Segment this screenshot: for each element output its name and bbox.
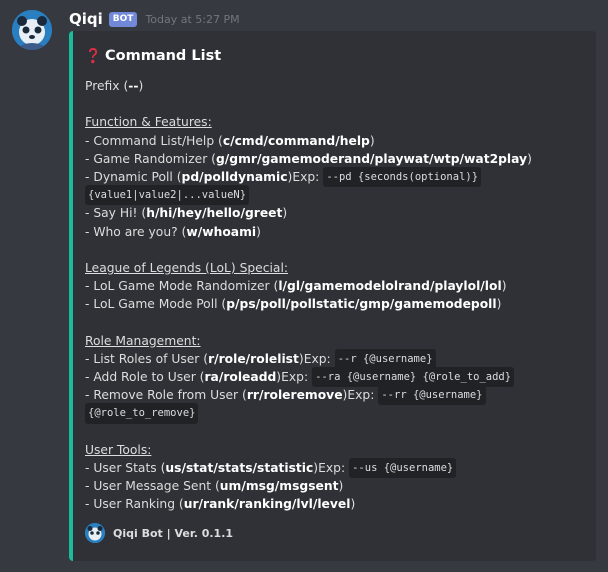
command-close: ) xyxy=(496,297,502,312)
command-aliases: c/cmd/command/help xyxy=(222,133,370,148)
prefix-line: Prefix (--) xyxy=(85,77,586,95)
command-item: - User Message Sent (um/msg/msgsent) xyxy=(85,477,586,495)
command-label: - LoL Game Mode Poll ( xyxy=(85,297,227,312)
command-aliases: ra/roleadd xyxy=(204,370,277,384)
command-label: - Add Role to User ( xyxy=(85,370,205,384)
command-aliases: p/ps/poll/pollstatic/gmp/gamemodepoll xyxy=(226,297,497,312)
command-list-embed: Command List Prefix (--) Function & Feat… xyxy=(69,31,596,561)
section-heading: User Tools: xyxy=(85,441,586,459)
command-label: - Dynamic Poll ( xyxy=(85,169,182,184)
command-item: - Say Hi! (h/hi/hey/hello/greet) xyxy=(85,204,586,222)
example-code: --us {@username} xyxy=(349,457,457,479)
command-aliases: r/role/rolelist xyxy=(208,351,299,366)
section-heading-text: User Tools: xyxy=(85,442,152,457)
command-item: - Game Randomizer (g/gmr/gamemoderand/pl… xyxy=(85,150,586,168)
section-heading: League of Legends (LoL) Special: xyxy=(85,259,586,277)
timestamp: Today at 5:27 PM xyxy=(145,12,240,26)
example-code: {value1|value2|...valueN} xyxy=(85,185,250,206)
username[interactable]: Qiqi xyxy=(69,10,103,28)
footer-text: Qiqi Bot | Ver. 0.1.1 xyxy=(113,526,234,540)
command-label: - User Message Sent ( xyxy=(85,479,220,494)
embed-footer: Qiqi Bot | Ver. 0.1.1 xyxy=(85,523,233,543)
embed-title: Command List xyxy=(105,48,222,64)
section-heading: Role Management: xyxy=(85,332,586,350)
command-item-continued: {value1|value2|...valueN} xyxy=(85,185,586,206)
command-aliases: ur/rank/ranking/lvl/level xyxy=(183,497,351,512)
example-label: Exp: xyxy=(292,169,320,184)
example-code: {@role_to_remove} xyxy=(85,403,199,424)
prefix-close: ) xyxy=(138,79,144,93)
command-close: ) xyxy=(369,133,375,148)
embed-description: Prefix (--) Function & Features: - Comman… xyxy=(85,77,586,514)
command-aliases: l/gl/gamemodelolrand/playlol/lol xyxy=(278,279,502,294)
command-aliases: g/gmr/gamemoderand/playwat/wtp/wat2play xyxy=(215,151,528,166)
example-label: Exp: xyxy=(347,388,375,403)
command-item: - Add Role to User (ra/roleadd) Exp: --r… xyxy=(85,367,586,388)
qiqi-avatar-icon xyxy=(85,523,105,543)
command-label: - User Stats ( xyxy=(85,460,166,475)
command-label: - Remove Role from User ( xyxy=(85,388,247,403)
message-header: Qiqi BOT Today at 5:27 PM xyxy=(69,9,240,29)
section-heading-text: Function & Features: xyxy=(85,115,212,130)
command-aliases: rr/roleremove xyxy=(246,388,343,403)
section-heading-text: Role Management: xyxy=(85,333,201,348)
bot-message: Qiqi BOT Today at 5:27 PM Command List P… xyxy=(0,0,608,572)
command-item: - Dynamic Poll (pd/polldynamic) Exp: --p… xyxy=(85,166,586,188)
qiqi-avatar-icon[interactable] xyxy=(12,10,52,50)
example-label: Exp: xyxy=(281,370,309,384)
command-label: - Who are you? ( xyxy=(85,224,187,239)
command-item: - LoL Game Mode Randomizer (l/gl/gamemod… xyxy=(85,277,586,295)
example-code: --ra {@username} {@role_to_add} xyxy=(312,367,515,388)
command-close: ) xyxy=(256,224,261,239)
command-item: - List Roles of User (r/role/rolelist) E… xyxy=(85,348,586,370)
command-close: ) xyxy=(338,479,344,494)
command-item: - Command List/Help (c/cmd/command/help) xyxy=(85,132,586,150)
command-aliases: h/hi/hey/hello/greet xyxy=(146,206,283,221)
command-close: ) xyxy=(501,279,507,294)
embed-title-row: Command List xyxy=(85,45,586,67)
command-item: - User Stats (us/stat/stats/statistic) E… xyxy=(85,457,586,479)
command-aliases: us/stat/stats/statistic xyxy=(165,460,314,475)
example-label: Exp: xyxy=(303,351,331,366)
example-code: --rr {@username} xyxy=(378,385,486,406)
bot-badge: BOT xyxy=(108,11,138,27)
example-label: Exp: xyxy=(318,460,346,475)
command-close: ) xyxy=(527,151,532,166)
prefix-value: -- xyxy=(128,79,139,93)
command-label: - User Ranking ( xyxy=(85,497,184,512)
command-item: - LoL Game Mode Poll (p/ps/poll/pollstat… xyxy=(85,295,586,313)
example-code: --pd {seconds(optional)} xyxy=(323,166,482,188)
question-mark-icon xyxy=(89,48,97,64)
command-aliases: um/msg/msgsent xyxy=(219,479,339,494)
section-heading: Function & Features: xyxy=(85,113,586,131)
command-item: - User Ranking (ur/rank/ranking/lvl/leve… xyxy=(85,495,586,513)
command-label: - Command List/Help ( xyxy=(85,133,223,148)
command-close: ) xyxy=(350,497,356,512)
embed-accent-bar xyxy=(69,31,73,561)
command-item: - Remove Role from User (rr/roleremove) … xyxy=(85,385,586,406)
command-item-continued: {@role_to_remove} xyxy=(85,403,586,424)
command-item: - Who are you? (w/whoami) xyxy=(85,223,586,241)
command-aliases: w/whoami xyxy=(186,224,257,239)
command-label: - LoL Game Mode Randomizer ( xyxy=(85,279,279,294)
command-label: - Game Randomizer ( xyxy=(85,151,216,166)
command-aliases: pd/polldynamic xyxy=(181,169,288,184)
command-label: - List Roles of User ( xyxy=(85,351,209,366)
command-close: ) xyxy=(282,206,288,221)
example-code: --r {@username} xyxy=(334,348,436,370)
section-heading-text: League of Legends (LoL) Special: xyxy=(85,260,289,275)
command-label: - Say Hi! ( xyxy=(85,206,147,221)
prefix-label: Prefix ( xyxy=(85,79,129,93)
